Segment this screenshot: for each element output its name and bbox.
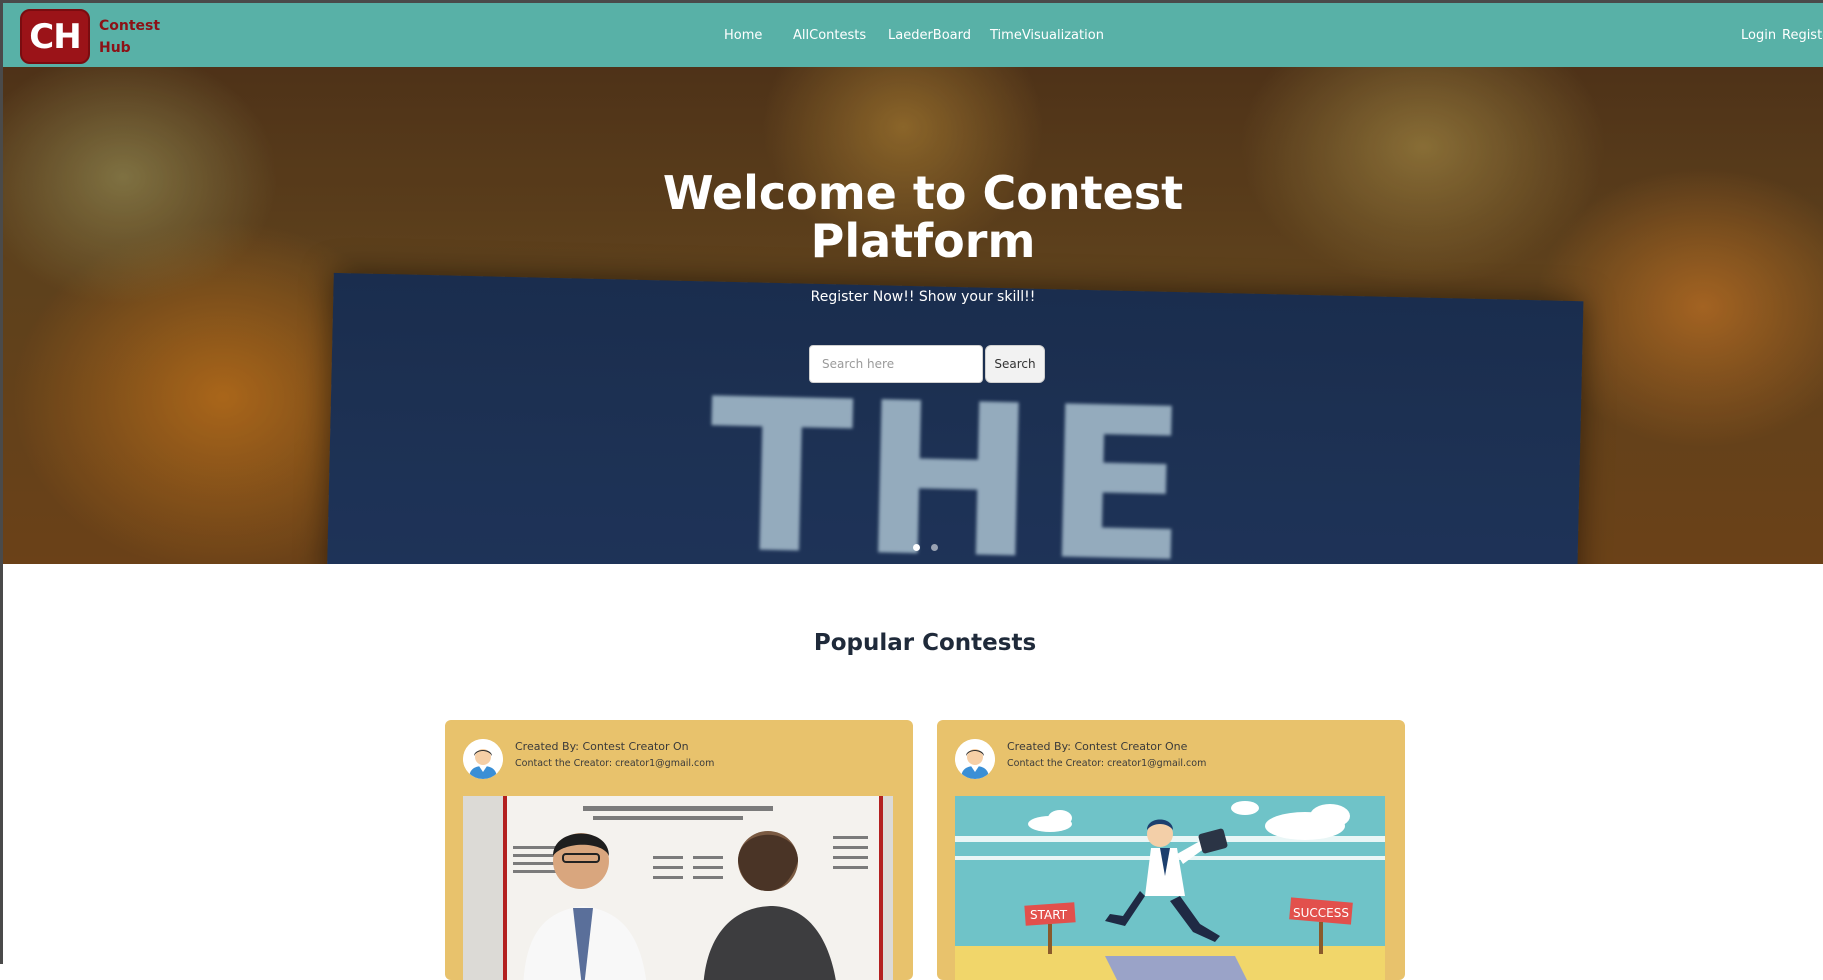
hero-title-line-2: Platform — [810, 214, 1036, 268]
login-link[interactable]: Login — [1741, 28, 1776, 43]
start-sign-text: START — [1030, 908, 1068, 922]
contest-image-start-success[interactable]: START SUCCESS — [955, 796, 1385, 980]
hero-subtitle: Register Now!! Show your skill!! — [810, 289, 1036, 305]
navbar: CH Contest Hub Home AllContests LaederBo… — [3, 3, 1823, 67]
contest-image-presentation[interactable] — [463, 796, 893, 980]
creator-avatar — [955, 739, 995, 779]
search-input[interactable] — [809, 345, 983, 383]
hero-title-line-1: Welcome to Contest — [662, 166, 1184, 220]
hero-overlay — [3, 67, 1823, 564]
carousel-dot-2[interactable] — [931, 544, 938, 551]
card-contact: Contact the Creator: creator1@gmail.com — [515, 758, 715, 769]
contest-photo — [463, 796, 893, 980]
avatar-person-icon — [463, 739, 503, 779]
card-contact: Contact the Creator: creator1@gmail.com — [1007, 758, 1207, 769]
card-creator: Created By: Contest Creator One — [1007, 740, 1188, 753]
hero-carousel: THE Welcome to Contest Platform Register… — [3, 67, 1823, 564]
contest-card[interactable]: Created By: Contest Creator One Contact … — [937, 720, 1405, 980]
register-link[interactable]: Registe — [1782, 28, 1823, 43]
card-creator: Created By: Contest Creator On — [515, 740, 689, 753]
nav-auth: Login Registe — [3, 28, 1823, 48]
carousel-dot-1[interactable] — [913, 544, 920, 551]
success-sign-text: SUCCESS — [1293, 906, 1349, 920]
contest-illustration: START SUCCESS — [955, 796, 1385, 980]
popular-contests-title: Popular Contests — [813, 630, 1037, 656]
creator-avatar — [463, 739, 503, 779]
carousel-indicators — [913, 544, 953, 554]
search-bar: Search — [809, 345, 1049, 385]
contest-card[interactable]: Created By: Contest Creator On Contact t… — [445, 720, 913, 980]
avatar-person-icon — [955, 739, 995, 779]
search-button[interactable]: Search — [985, 345, 1045, 383]
hero-title: Welcome to Contest Platform — [3, 169, 1823, 265]
